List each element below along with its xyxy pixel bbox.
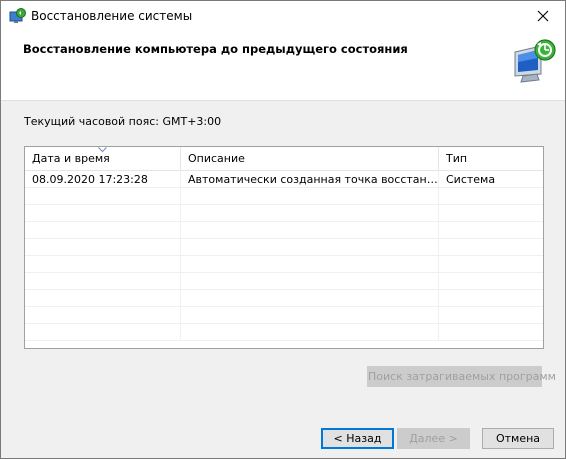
close-button[interactable] (521, 1, 565, 32)
column-header-label: Дата и время (32, 152, 110, 165)
table-row[interactable]: 08.09.2020 17:23:28 Автоматически создан… (25, 171, 543, 188)
system-restore-window: Восстановление системы Восстановление ко… (0, 0, 566, 459)
empty-row (25, 239, 543, 256)
timezone-label: Текущий часовой пояс: GMT+3:00 (24, 115, 222, 128)
column-header-type[interactable]: Тип (439, 147, 543, 171)
empty-row (25, 222, 543, 239)
page-title: Восстановление компьютера до предыдущего… (23, 42, 408, 56)
empty-row (25, 256, 543, 273)
system-restore-icon (9, 8, 26, 25)
sort-descending-icon (98, 147, 107, 153)
list-header: Дата и время Описание Тип (25, 147, 543, 171)
empty-row (25, 307, 543, 324)
cancel-button[interactable]: Отмена (482, 428, 554, 449)
empty-row (25, 205, 543, 222)
window-title: Восстановление системы (31, 9, 193, 23)
empty-row (25, 324, 543, 341)
empty-row (25, 273, 543, 290)
column-header-description[interactable]: Описание (181, 147, 439, 171)
empty-row (25, 188, 543, 205)
column-header-datetime[interactable]: Дата и время (25, 147, 181, 171)
cell-description: Автоматически созданная точка восстановл… (181, 171, 439, 188)
back-button[interactable]: < Назад (321, 428, 394, 449)
wizard-header: Восстановление компьютера до предыдущего… (1, 32, 565, 101)
close-icon (537, 10, 549, 22)
cell-datetime: 08.09.2020 17:23:28 (25, 171, 181, 188)
next-button[interactable]: Далее > (397, 428, 470, 449)
system-restore-monitor-icon (511, 38, 559, 84)
title-bar: Восстановление системы (1, 1, 565, 32)
scan-affected-programs-button[interactable]: Поиск затрагиваемых программ (367, 366, 556, 387)
empty-row (25, 290, 543, 307)
list-rows: 08.09.2020 17:23:28 Автоматически создан… (25, 171, 543, 348)
restore-points-list[interactable]: Дата и время Описание Тип 08.09.2020 17:… (24, 146, 544, 349)
cell-type: Система (446, 173, 496, 186)
